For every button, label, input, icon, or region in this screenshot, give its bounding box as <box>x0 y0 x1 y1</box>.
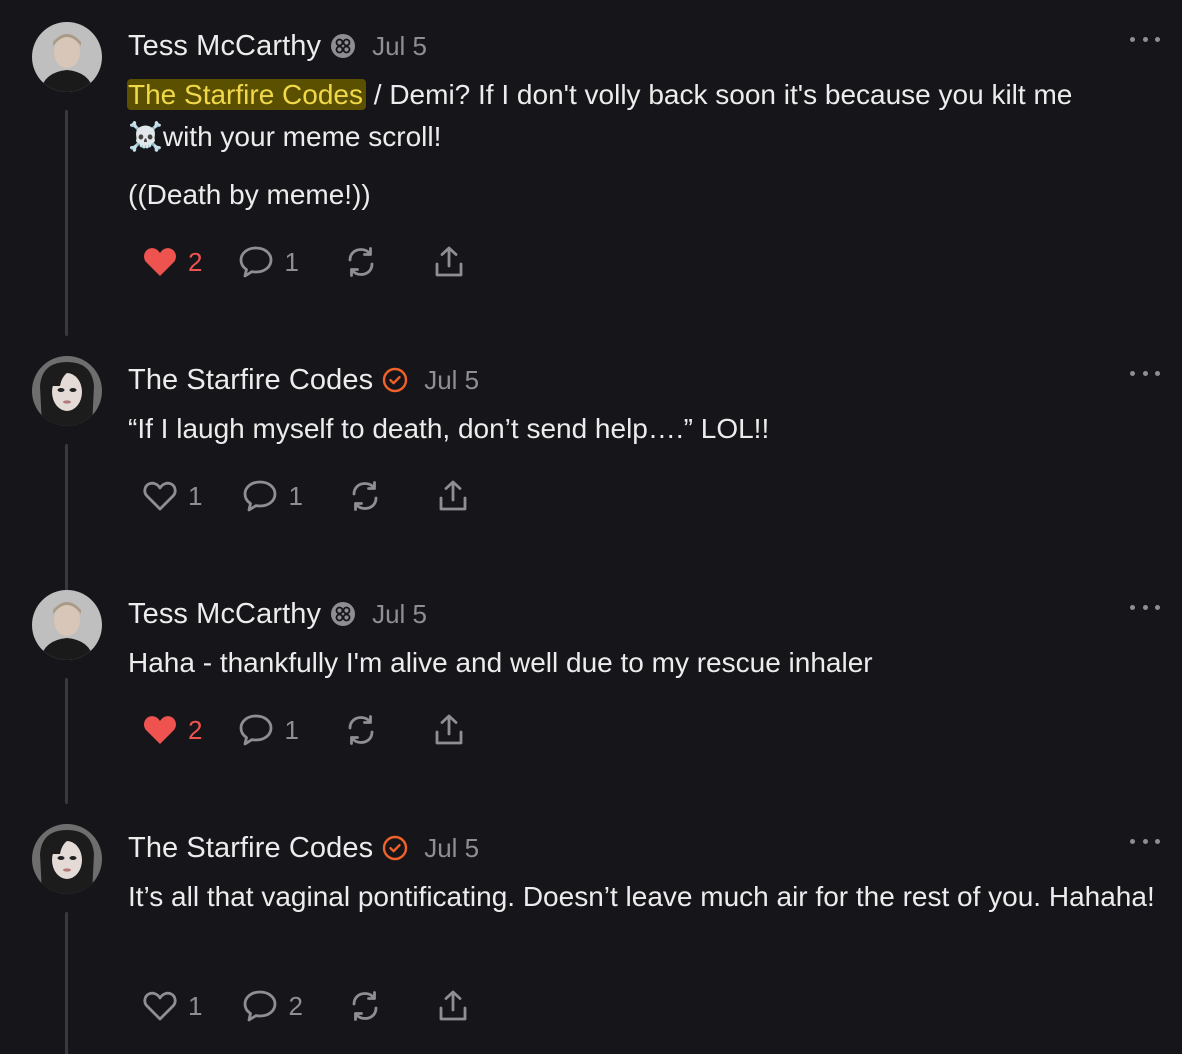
comment-header: Tess McCarthy Jul 5 <box>128 596 427 632</box>
like-button[interactable]: 1 <box>142 476 202 516</box>
comment-actions: 2 1 <box>142 710 467 750</box>
comment-icon <box>240 714 273 746</box>
more-icon[interactable] <box>1130 600 1160 614</box>
thread-line <box>65 912 68 1054</box>
share-button[interactable] <box>435 476 471 516</box>
comment-header: Tess McCarthy Jul 5 <box>128 28 427 64</box>
comment-body: “If I laugh myself to death, don’t send … <box>128 408 1158 450</box>
share-icon <box>439 480 467 511</box>
restack-button[interactable] <box>347 476 383 516</box>
avatar-tess-mccarthy[interactable] <box>32 22 102 92</box>
share-icon <box>435 714 463 745</box>
restack-icon <box>348 247 374 277</box>
like-count: 1 <box>188 990 203 1021</box>
reply-button[interactable]: 1 <box>238 710 299 750</box>
comment-header: The Starfire Codes Jul 5 <box>128 362 479 398</box>
share-button[interactable] <box>435 986 471 1026</box>
more-icon[interactable] <box>1130 366 1160 380</box>
more-icon[interactable] <box>1130 834 1160 848</box>
heart-icon <box>143 481 177 511</box>
comment-actions: 1 1 <box>142 476 471 516</box>
avatar-the-starfire-codes[interactable] <box>32 824 102 894</box>
restack-icon <box>352 991 378 1021</box>
like-button[interactable]: 2 <box>142 242 202 282</box>
avatar-the-starfire-codes[interactable] <box>32 356 102 426</box>
share-icon <box>439 990 467 1021</box>
thread-line <box>65 678 68 804</box>
comment-date[interactable]: Jul 5 <box>424 833 479 864</box>
reply-count: 1 <box>288 480 303 511</box>
heart-icon <box>143 991 177 1021</box>
comment-body: Haha - thankfully I'm alive and well due… <box>128 642 1158 684</box>
comment-text: Haha - thankfully I'm alive and well due… <box>128 647 873 678</box>
reply-count: 2 <box>288 990 303 1021</box>
reply-button[interactable]: 2 <box>242 986 303 1026</box>
share-button[interactable] <box>431 242 467 282</box>
comment-actions: 1 2 <box>142 986 471 1026</box>
founding-badge-icon <box>330 601 356 627</box>
mention-link[interactable]: The Starfire Codes <box>127 79 366 110</box>
avatar-tess-mccarthy[interactable] <box>32 590 102 660</box>
comment-text: It’s all that vaginal pontificating. Doe… <box>128 881 1155 912</box>
restack-icon <box>352 481 378 511</box>
verified-badge-icon <box>382 367 408 393</box>
like-count: 1 <box>188 480 203 511</box>
restack-button[interactable] <box>347 986 383 1026</box>
author-name[interactable]: The Starfire Codes <box>128 832 373 865</box>
author-name[interactable]: Tess McCarthy <box>128 598 321 631</box>
comment-body: The Starfire Codes / Demi? If I don't vo… <box>127 74 1158 216</box>
like-button[interactable]: 1 <box>142 986 202 1026</box>
author-name[interactable]: Tess McCarthy <box>128 30 321 63</box>
restack-icon <box>348 715 374 745</box>
comment-date[interactable]: Jul 5 <box>372 31 427 62</box>
comment-date[interactable]: Jul 5 <box>424 365 479 396</box>
reply-button[interactable]: 1 <box>242 476 303 516</box>
comment-date[interactable]: Jul 5 <box>372 599 427 630</box>
thread-line <box>65 110 68 336</box>
heart-icon <box>144 716 176 744</box>
more-icon[interactable] <box>1130 32 1160 46</box>
comment-icon <box>244 480 277 512</box>
comment-actions: 2 1 <box>142 242 467 282</box>
restack-button[interactable] <box>343 710 379 750</box>
founding-badge-icon <box>330 33 356 59</box>
comment-icon <box>240 246 273 278</box>
reply-count: 1 <box>284 246 299 277</box>
like-count: 2 <box>188 714 203 745</box>
restack-button[interactable] <box>343 242 379 282</box>
reply-count: 1 <box>284 714 299 745</box>
comment-header: The Starfire Codes Jul 5 <box>128 830 479 866</box>
reply-button[interactable]: 1 <box>238 242 299 282</box>
author-name[interactable]: The Starfire Codes <box>128 364 373 397</box>
comment-thread: Tess McCarthy Jul 5 The Starfire Codes /… <box>0 0 1182 1054</box>
comment-body: It’s all that vaginal pontificating. Doe… <box>128 876 1158 918</box>
verified-badge-icon <box>382 835 408 861</box>
comment-text: “If I laugh myself to death, don’t send … <box>128 413 770 444</box>
comment-text: ((Death by meme!)) <box>128 179 371 210</box>
share-button[interactable] <box>431 710 467 750</box>
share-icon <box>435 246 463 277</box>
heart-icon <box>144 248 176 276</box>
like-count: 2 <box>188 246 203 277</box>
like-button[interactable]: 2 <box>142 710 202 750</box>
comment-icon <box>244 990 277 1022</box>
